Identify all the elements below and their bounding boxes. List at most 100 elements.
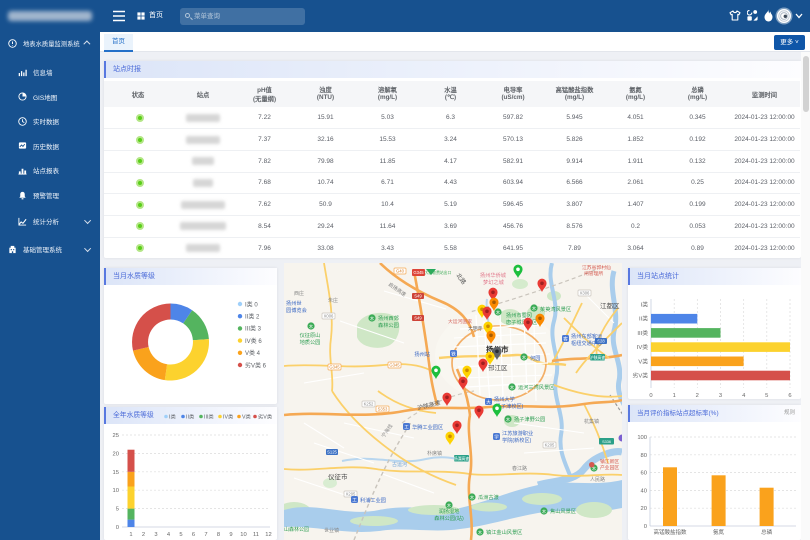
svg-text:II类: II类	[186, 413, 195, 421]
svg-text:园博览会: 园博览会	[286, 306, 307, 314]
svg-text:扬溧高速: 扬溧高速	[454, 456, 469, 461]
svg-text:I类 0: I类 0	[245, 300, 258, 308]
svg-text:客: 客	[563, 336, 568, 343]
svg-text:7: 7	[204, 532, 207, 538]
svg-text:森林公园: 森林公园	[378, 321, 399, 329]
svg-text:仪征原山: 仪征原山	[300, 331, 321, 339]
svg-text:铁: 铁	[451, 351, 456, 358]
svg-text:总磷: 总磷	[761, 528, 773, 536]
svg-text:大: 大	[486, 399, 491, 406]
svg-text:S336: S336	[602, 440, 611, 444]
svg-text:5: 5	[179, 532, 182, 538]
svg-text:80: 80	[641, 453, 647, 459]
svg-text:工: 工	[352, 498, 357, 503]
svg-text:地质公园: 地质公园	[300, 338, 321, 346]
svg-text:山森林公园: 山森林公园	[284, 526, 309, 533]
svg-text:江都区: 江都区	[600, 302, 620, 310]
svg-text:杭集镇: 杭集镇	[584, 418, 599, 425]
svg-text:S353: S353	[378, 407, 388, 412]
svg-text:9: 9	[229, 532, 232, 538]
svg-text:华腾工业园区: 华腾工业园区	[412, 423, 443, 431]
svg-text:IV类 6: IV类 6	[245, 337, 262, 345]
svg-text:S49: S49	[414, 316, 422, 321]
svg-text:何园: 何园	[530, 354, 540, 362]
svg-text:扬子津野公园: 扬子津野公园	[514, 415, 545, 423]
svg-text:大明寺: 大明寺	[468, 325, 483, 332]
svg-text:15: 15	[113, 470, 119, 476]
svg-text:扬州东部客运: 扬州东部客运	[571, 332, 603, 340]
svg-text:江苏省郭村仙: 江苏省郭村仙	[582, 264, 611, 271]
svg-text:4: 4	[167, 532, 171, 538]
svg-text:100: 100	[637, 435, 647, 441]
svg-text:G345: G345	[389, 363, 400, 368]
svg-text:5: 5	[765, 393, 768, 399]
svg-text:40: 40	[641, 488, 647, 494]
svg-text:高锰酸盐指数: 高锰酸盐指数	[653, 528, 687, 536]
svg-text:扬州大学: 扬州大学	[494, 395, 515, 403]
svg-text:G345: G345	[413, 270, 424, 275]
svg-text:学: 学	[494, 434, 499, 440]
svg-text:劣V类: 劣V类	[633, 372, 649, 380]
svg-text:氨氮: 氨氮	[713, 528, 725, 536]
svg-text:G40: G40	[396, 269, 405, 274]
svg-text:沪陕高速: 沪陕高速	[590, 355, 605, 360]
svg-text:IV类: IV类	[637, 343, 648, 351]
svg-text:朱庄: 朱庄	[328, 297, 338, 304]
svg-text:润扬湿地: 润扬湿地	[439, 507, 460, 515]
svg-text:S49: S49	[414, 294, 422, 299]
svg-text:20: 20	[641, 506, 647, 512]
svg-text:8: 8	[217, 532, 220, 538]
svg-text:枢纽交通中心: 枢纽交通中心	[571, 339, 602, 347]
svg-text:12: 12	[265, 532, 271, 538]
svg-text:III类: III类	[204, 413, 214, 421]
svg-text:2: 2	[696, 393, 699, 399]
svg-text:扬州西郊: 扬州西郊	[378, 314, 399, 322]
svg-text:焦山风景区: 焦山风景区	[550, 507, 576, 515]
svg-text:工: 工	[404, 425, 409, 430]
svg-text:6: 6	[788, 393, 791, 399]
svg-text:镇江新区: 镇江新区	[600, 458, 619, 465]
svg-text:K252: K252	[364, 402, 374, 407]
svg-text:利浦工业园: 利浦工业园	[360, 496, 386, 504]
svg-text:闸管理所: 闸管理所	[584, 270, 603, 277]
svg-text:学院(新校区): 学院(新校区)	[502, 436, 532, 444]
svg-text:产业园区: 产业园区	[600, 464, 619, 471]
svg-text:II类 2: II类 2	[245, 313, 260, 321]
svg-text:梦幻之城: 梦幻之城	[483, 278, 505, 286]
svg-text:1: 1	[673, 393, 676, 399]
svg-text:20: 20	[113, 451, 119, 457]
svg-text:邗江区: 邗江区	[488, 364, 508, 372]
svg-text:世业镇: 世业镇	[324, 527, 339, 534]
svg-text:S125: S125	[327, 450, 337, 455]
svg-text:春江路: 春江路	[512, 465, 527, 472]
svg-text:古运河: 古运河	[392, 461, 407, 468]
svg-text:运河三湾风景区: 运河三湾风景区	[518, 383, 554, 391]
svg-text:III类 3: III类 3	[245, 325, 262, 333]
svg-text:X006: X006	[324, 314, 334, 319]
svg-text:2: 2	[142, 532, 145, 538]
svg-text:扬州华侨城: 扬州华侨城	[480, 271, 507, 279]
svg-text:II类: II类	[639, 315, 648, 323]
svg-text:X306: X306	[580, 291, 590, 296]
svg-text:5: 5	[116, 507, 119, 513]
svg-text:0: 0	[644, 524, 647, 530]
svg-text:X205: X205	[346, 492, 356, 497]
svg-text:III类: III类	[637, 329, 648, 337]
svg-text:4: 4	[742, 393, 746, 399]
svg-text:I类: I类	[641, 301, 649, 309]
svg-text:1: 1	[129, 532, 132, 538]
svg-text:仪征市: 仪征市	[328, 472, 348, 481]
svg-text:西庄: 西庄	[294, 290, 304, 297]
svg-text:扬州世: 扬州世	[286, 299, 302, 307]
svg-text:G345: G345	[329, 365, 340, 370]
svg-text:茱萸湾风景区: 茱萸湾风景区	[540, 305, 571, 313]
svg-text:瓜洲古渡: 瓜洲古渡	[478, 493, 499, 501]
svg-text:0: 0	[116, 525, 119, 531]
svg-text:V类 4: V类 4	[245, 349, 261, 357]
svg-text:扬州站: 扬州站	[414, 350, 430, 358]
svg-text:人民路: 人民路	[590, 476, 605, 483]
svg-text:6: 6	[192, 532, 195, 538]
svg-text:大桥收费站出口: 大桥收费站出口	[425, 270, 452, 275]
svg-text:森林公园(站): 森林公园(站)	[434, 514, 464, 522]
svg-text:镇江金山风景区: 镇江金山风景区	[486, 528, 522, 536]
